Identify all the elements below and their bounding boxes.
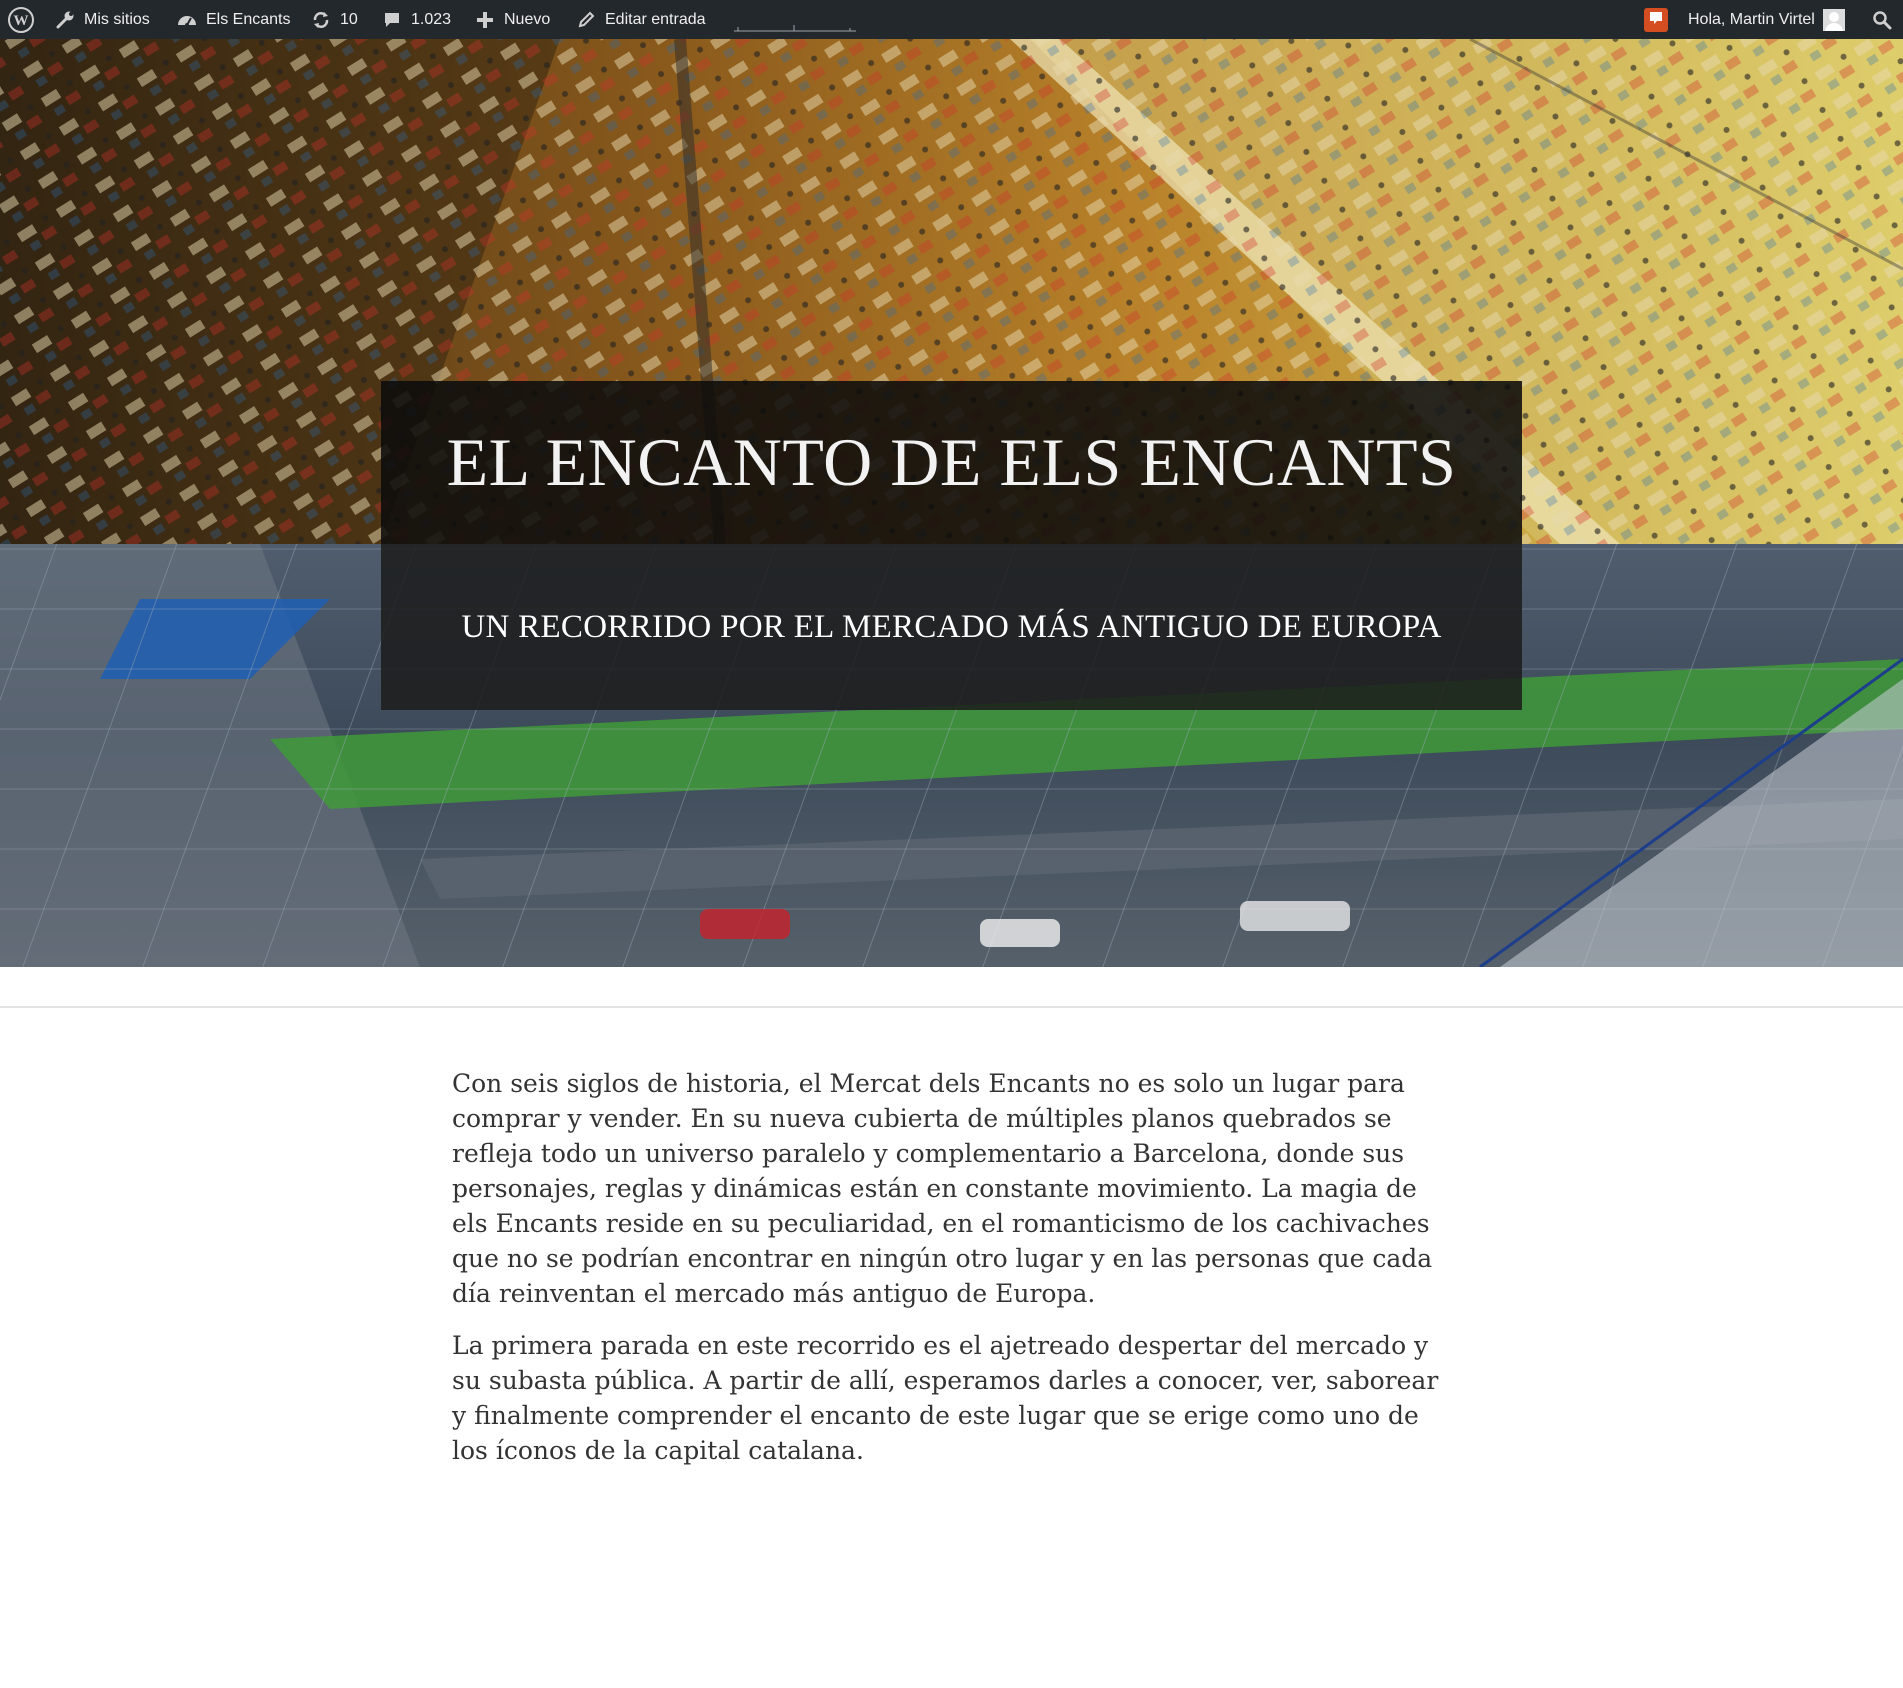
- updates-count: 10: [340, 10, 358, 28]
- new-content-menu[interactable]: Nuevo: [474, 0, 550, 39]
- search-icon: [1872, 10, 1892, 30]
- admin-bar: W Mis sitios Els Encants 10 1.023 Nuevo: [0, 0, 1903, 39]
- notification-icon: [1648, 10, 1664, 31]
- greeting-label: Hola, Martin Virtel: [1688, 10, 1815, 28]
- wordpress-menu[interactable]: W: [8, 0, 34, 39]
- wrench-icon: [54, 9, 76, 31]
- comments-button[interactable]: 1.023: [381, 0, 451, 39]
- hero-header: EL ENCANTO DE ELS ENCANTS UN RECORRIDO P…: [0, 39, 1903, 967]
- my-account-menu[interactable]: Hola, Martin Virtel: [1688, 0, 1845, 39]
- updates-button[interactable]: 10: [310, 0, 358, 39]
- second-paragraph: La primera parada en este recorrido es e…: [452, 1331, 1439, 1465]
- new-label: Nuevo: [504, 10, 551, 28]
- plus-icon: [474, 9, 496, 31]
- wordpress-logo-icon: W: [8, 6, 34, 33]
- intro-paragraph: Con seis siglos de historia, el Mercat d…: [452, 1069, 1433, 1308]
- search-button[interactable]: [1872, 0, 1892, 39]
- content-divider: [0, 1006, 1903, 1008]
- comment-icon: [381, 9, 403, 31]
- site-title-banner: EL ENCANTO DE ELS ENCANTS: [381, 381, 1522, 544]
- site-title: EL ENCANTO DE ELS ENCANTS: [446, 424, 1457, 500]
- avatar: [1822, 8, 1845, 31]
- refresh-icon: [310, 9, 332, 31]
- site-name-menu[interactable]: Els Encants: [176, 0, 290, 39]
- my-sites-label: Mis sitios: [84, 10, 150, 28]
- pencil-icon: [575, 9, 597, 31]
- stats-sparkline[interactable]: [734, 22, 856, 32]
- my-sites-menu[interactable]: Mis sitios: [54, 0, 150, 39]
- article-body: Con seis siglos de historia, el Mercat d…: [452, 1066, 1452, 1485]
- svg-text:W: W: [14, 13, 29, 29]
- site-name-label: Els Encants: [206, 10, 291, 28]
- edit-post-link[interactable]: Editar entrada: [575, 0, 706, 39]
- dashboard-icon: [176, 9, 198, 31]
- site-subtitle: UN RECORRIDO POR EL MERCADO MÁS ANTIGUO …: [461, 608, 1442, 645]
- comments-count: 1.023: [411, 10, 452, 28]
- notifications-button[interactable]: [1644, 8, 1668, 32]
- edit-post-label: Editar entrada: [605, 10, 706, 28]
- site-subtitle-banner: UN RECORRIDO POR EL MERCADO MÁS ANTIGUO …: [381, 544, 1522, 710]
